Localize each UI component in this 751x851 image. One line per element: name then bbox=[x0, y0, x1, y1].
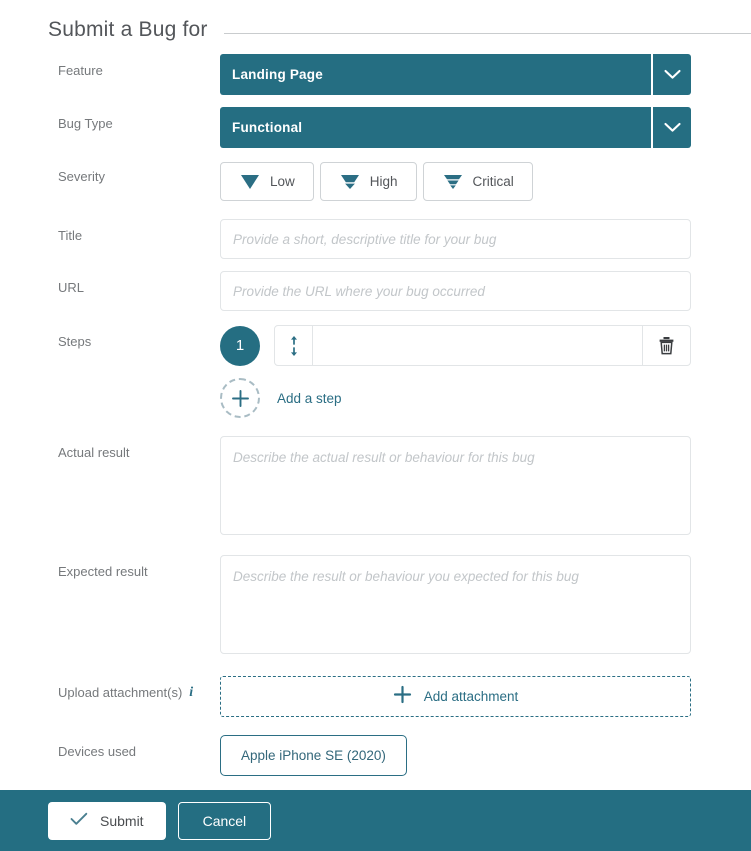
bug-type-select-value: Functional bbox=[232, 120, 303, 135]
step-text-input[interactable] bbox=[313, 326, 642, 365]
bug-form: Feature Landing Page Bug Type Functional bbox=[0, 42, 751, 776]
trash-icon[interactable] bbox=[642, 326, 690, 365]
bug-type-field: Functional bbox=[220, 107, 691, 148]
plus-icon bbox=[220, 378, 260, 418]
reorder-arrows-icon[interactable] bbox=[275, 326, 313, 365]
form-row-severity: Severity Low High Critical bbox=[0, 160, 751, 201]
form-row-attachments: Upload attachment(s) i Add attachment bbox=[0, 676, 751, 717]
form-row-feature: Feature Landing Page bbox=[0, 54, 751, 95]
expected-result-textarea[interactable] bbox=[220, 555, 691, 654]
steps-label: Steps bbox=[58, 334, 92, 349]
step-input-group bbox=[274, 325, 691, 366]
url-label: URL bbox=[58, 280, 85, 295]
feature-select[interactable]: Landing Page bbox=[220, 54, 691, 95]
severity-field: Low High Critical bbox=[220, 160, 691, 201]
severity-critical-icon bbox=[442, 172, 464, 192]
form-row-steps: Steps 1 Add a step bbox=[0, 325, 751, 418]
actual-result-textarea[interactable] bbox=[220, 436, 691, 535]
feature-label: Feature bbox=[58, 63, 103, 78]
submit-label: Submit bbox=[100, 812, 144, 829]
actual-result-field bbox=[220, 436, 691, 540]
attachments-field: Add attachment bbox=[220, 676, 691, 717]
form-row-devices: Devices used Apple iPhone SE (2020) bbox=[0, 735, 751, 776]
severity-option-low[interactable]: Low bbox=[220, 162, 314, 201]
feature-select-value: Landing Page bbox=[232, 67, 323, 82]
form-row-title: Title bbox=[0, 219, 751, 259]
chevron-down-icon[interactable] bbox=[651, 107, 691, 148]
page-title: Submit a Bug for bbox=[48, 18, 208, 41]
severity-button-group: Low High Critical bbox=[220, 160, 691, 201]
add-step-label: Add a step bbox=[277, 390, 342, 406]
severity-option-label: Critical bbox=[472, 174, 514, 189]
severity-option-label: High bbox=[369, 174, 398, 189]
form-row-expected-result: Expected result bbox=[0, 555, 751, 659]
severity-option-label: Low bbox=[270, 174, 295, 189]
cancel-button[interactable]: Cancel bbox=[177, 801, 272, 840]
add-step-button[interactable]: Add a step bbox=[220, 378, 691, 418]
bug-type-select[interactable]: Functional bbox=[220, 107, 691, 148]
header-divider bbox=[223, 32, 751, 34]
form-row-actual-result: Actual result bbox=[0, 436, 751, 540]
attachments-label: Upload attachment(s) bbox=[58, 685, 183, 700]
url-field bbox=[220, 271, 691, 311]
steps-field: 1 Add a step bbox=[220, 325, 691, 418]
title-field bbox=[220, 219, 691, 259]
severity-low-icon bbox=[239, 172, 261, 192]
feature-field: Landing Page bbox=[220, 54, 691, 95]
step-number-badge: 1 bbox=[220, 325, 260, 366]
severity-option-high[interactable]: High bbox=[319, 162, 417, 201]
cancel-label: Cancel bbox=[202, 812, 247, 829]
title-input[interactable] bbox=[220, 219, 691, 259]
check-icon bbox=[70, 812, 88, 829]
form-row-bug-type: Bug Type Functional bbox=[0, 107, 751, 148]
submit-button[interactable]: Submit bbox=[48, 801, 166, 840]
chevron-down-icon[interactable] bbox=[651, 54, 691, 95]
page-header: Submit a Bug for bbox=[0, 0, 751, 42]
step-item: 1 bbox=[220, 325, 691, 366]
info-icon[interactable]: i bbox=[189, 686, 193, 700]
add-attachment-label: Add attachment bbox=[423, 689, 519, 704]
bug-submission-page: Submit a Bug for Feature Landing Page Bu… bbox=[0, 0, 751, 851]
device-chip[interactable]: Apple iPhone SE (2020) bbox=[220, 735, 407, 776]
plus-icon bbox=[393, 685, 412, 709]
attachments-label-group: Upload attachment(s) i bbox=[58, 676, 220, 701]
url-input[interactable] bbox=[220, 271, 691, 311]
severity-high-icon bbox=[339, 172, 361, 192]
devices-field: Apple iPhone SE (2020) bbox=[220, 735, 691, 776]
title-label: Title bbox=[58, 228, 83, 243]
devices-label: Devices used bbox=[58, 744, 137, 759]
add-attachment-button[interactable]: Add attachment bbox=[220, 676, 691, 717]
form-row-url: URL bbox=[0, 271, 751, 311]
severity-label: Severity bbox=[58, 169, 105, 184]
form-action-bar: Submit Cancel bbox=[0, 790, 751, 851]
actual-result-label: Actual result bbox=[58, 445, 130, 460]
expected-result-label: Expected result bbox=[58, 564, 148, 579]
bug-type-label: Bug Type bbox=[58, 116, 113, 131]
expected-result-field bbox=[220, 555, 691, 659]
severity-option-critical[interactable]: Critical bbox=[422, 162, 533, 201]
